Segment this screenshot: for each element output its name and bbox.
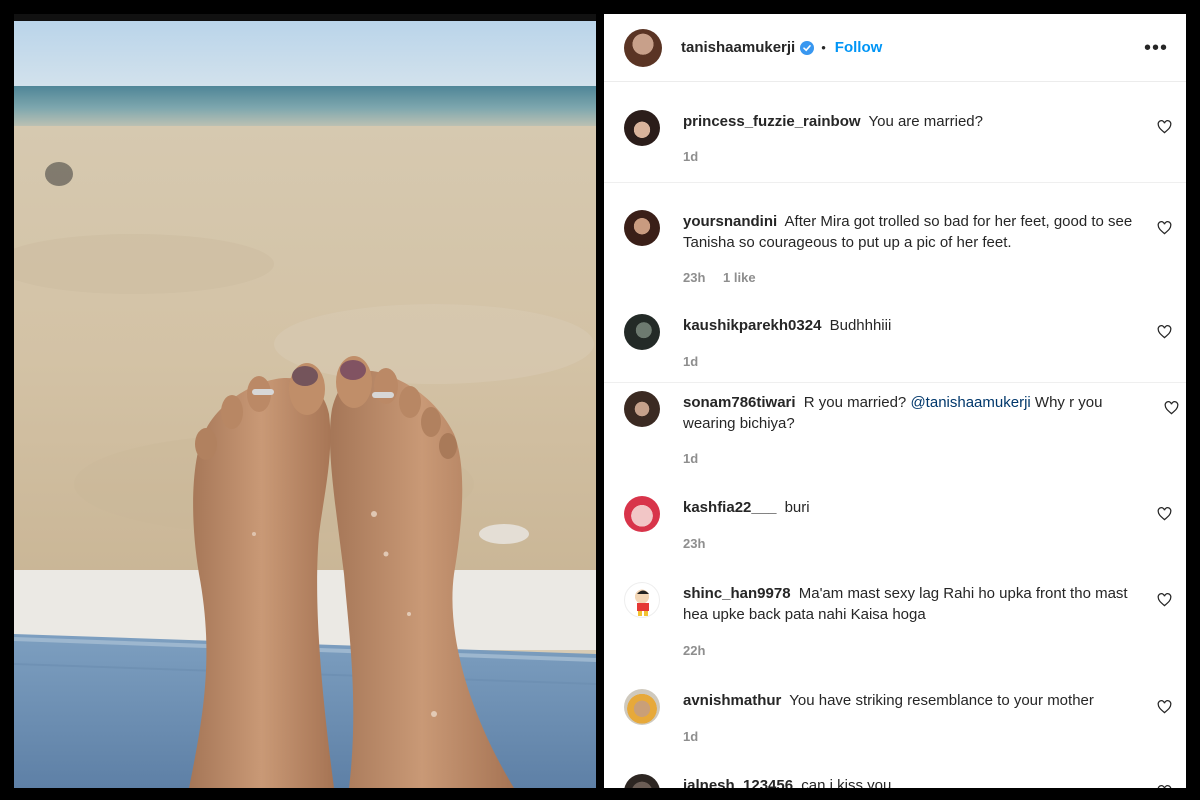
comment-time[interactable]: 1d: [683, 149, 698, 164]
comment-body: shinc_han9978 Ma'am mast sexy lag Rahi h…: [683, 583, 1143, 625]
comment-text: Budhhhiii: [829, 317, 892, 334]
comments-panel: tanishaamukerji • Follow ••• princess_fu…: [604, 14, 1186, 788]
comment-meta: 1d: [683, 149, 712, 164]
comment-mention-link[interactable]: @tanishaamukerji: [910, 394, 1030, 411]
comment-time[interactable]: 22h: [683, 643, 705, 658]
comment-username[interactable]: yoursnandini: [683, 213, 777, 230]
comment-body: avnishmathur You have striking resemblan…: [683, 690, 1143, 711]
beach-feet-photo: [14, 14, 596, 788]
comment-time[interactable]: 23h: [683, 536, 705, 551]
commenter-avatar[interactable]: [624, 110, 660, 146]
comment-time[interactable]: 23h: [683, 270, 705, 285]
verified-badge-icon: [800, 40, 815, 55]
comment-meta: 1d: [683, 354, 712, 369]
comment-body: kaushikparekh0324 Budhhhiii: [683, 315, 1143, 336]
comment-username[interactable]: princess_fuzzie_rainbow: [683, 113, 861, 130]
comment-meta: 22h: [683, 643, 719, 658]
comment-username[interactable]: kaushikparekh0324: [683, 317, 821, 334]
comment-body: jalnesh_123456 can i kiss you: [683, 775, 1143, 788]
commenter-avatar[interactable]: [624, 689, 660, 725]
like-heart-icon[interactable]: [1157, 593, 1172, 607]
comment-likes[interactable]: 1 like: [723, 270, 756, 285]
commenter-avatar[interactable]: [624, 314, 660, 350]
like-heart-icon[interactable]: [1157, 221, 1172, 235]
comment-time[interactable]: 1d: [683, 729, 698, 744]
like-heart-icon[interactable]: [1157, 120, 1172, 134]
like-heart-icon[interactable]: [1157, 507, 1172, 521]
commenter-avatar[interactable]: [624, 210, 660, 246]
comment-username[interactable]: avnishmathur: [683, 692, 781, 709]
comment-username[interactable]: sonam786tiwari: [683, 394, 796, 411]
header-dot-separator: •: [821, 40, 826, 55]
commenter-avatar[interactable]: [624, 391, 660, 427]
author-avatar[interactable]: [624, 28, 662, 67]
comment-text: You are married?: [868, 113, 983, 130]
comment-username[interactable]: shinc_han9978: [683, 585, 791, 602]
comment-body: kashfia22___ buri: [683, 497, 1143, 518]
post-header: tanishaamukerji • Follow •••: [604, 14, 1186, 82]
like-heart-icon[interactable]: [1157, 700, 1172, 714]
comment-meta: 23h: [683, 536, 719, 551]
comment-username[interactable]: kashfia22___: [683, 499, 776, 516]
author-username[interactable]: tanishaamukerji: [681, 39, 795, 56]
comment-text: can i kiss you: [801, 777, 892, 788]
like-heart-icon[interactable]: [1157, 325, 1172, 339]
comment-text: R you married?: [803, 394, 907, 411]
comment-body: princess_fuzzie_rainbow You are married?: [683, 111, 1143, 132]
commenter-avatar[interactable]: [624, 496, 660, 532]
like-heart-icon[interactable]: [1164, 401, 1179, 415]
more-options-icon[interactable]: •••: [1144, 38, 1168, 58]
separator: [604, 382, 1186, 383]
comment-body: sonam786tiwari R you married? @tanishaam…: [683, 392, 1153, 434]
photo-top-bar: [14, 14, 596, 21]
comment-username[interactable]: jalnesh_123456: [683, 777, 793, 788]
comment-meta: 1d: [683, 729, 712, 744]
comment-meta: 23h 1 like: [683, 270, 770, 285]
comment-text: buri: [784, 499, 810, 516]
comment-time[interactable]: 1d: [683, 451, 698, 466]
comment-body: yoursnandini After Mira got trolled so b…: [683, 211, 1143, 253]
separator: [604, 182, 1186, 183]
follow-button[interactable]: Follow: [835, 39, 883, 56]
comment-time[interactable]: 1d: [683, 354, 698, 369]
commenter-avatar[interactable]: [624, 582, 660, 618]
commenter-avatar[interactable]: [624, 774, 660, 788]
comment-meta: 1d: [683, 451, 712, 466]
post-photo: [14, 14, 596, 788]
like-heart-icon[interactable]: [1157, 785, 1172, 788]
comment-text: You have striking resemblance to your mo…: [789, 692, 1094, 709]
cartoon-character-icon: [637, 590, 649, 616]
screenshot-frame: tanishaamukerji • Follow ••• princess_fu…: [0, 0, 1200, 800]
